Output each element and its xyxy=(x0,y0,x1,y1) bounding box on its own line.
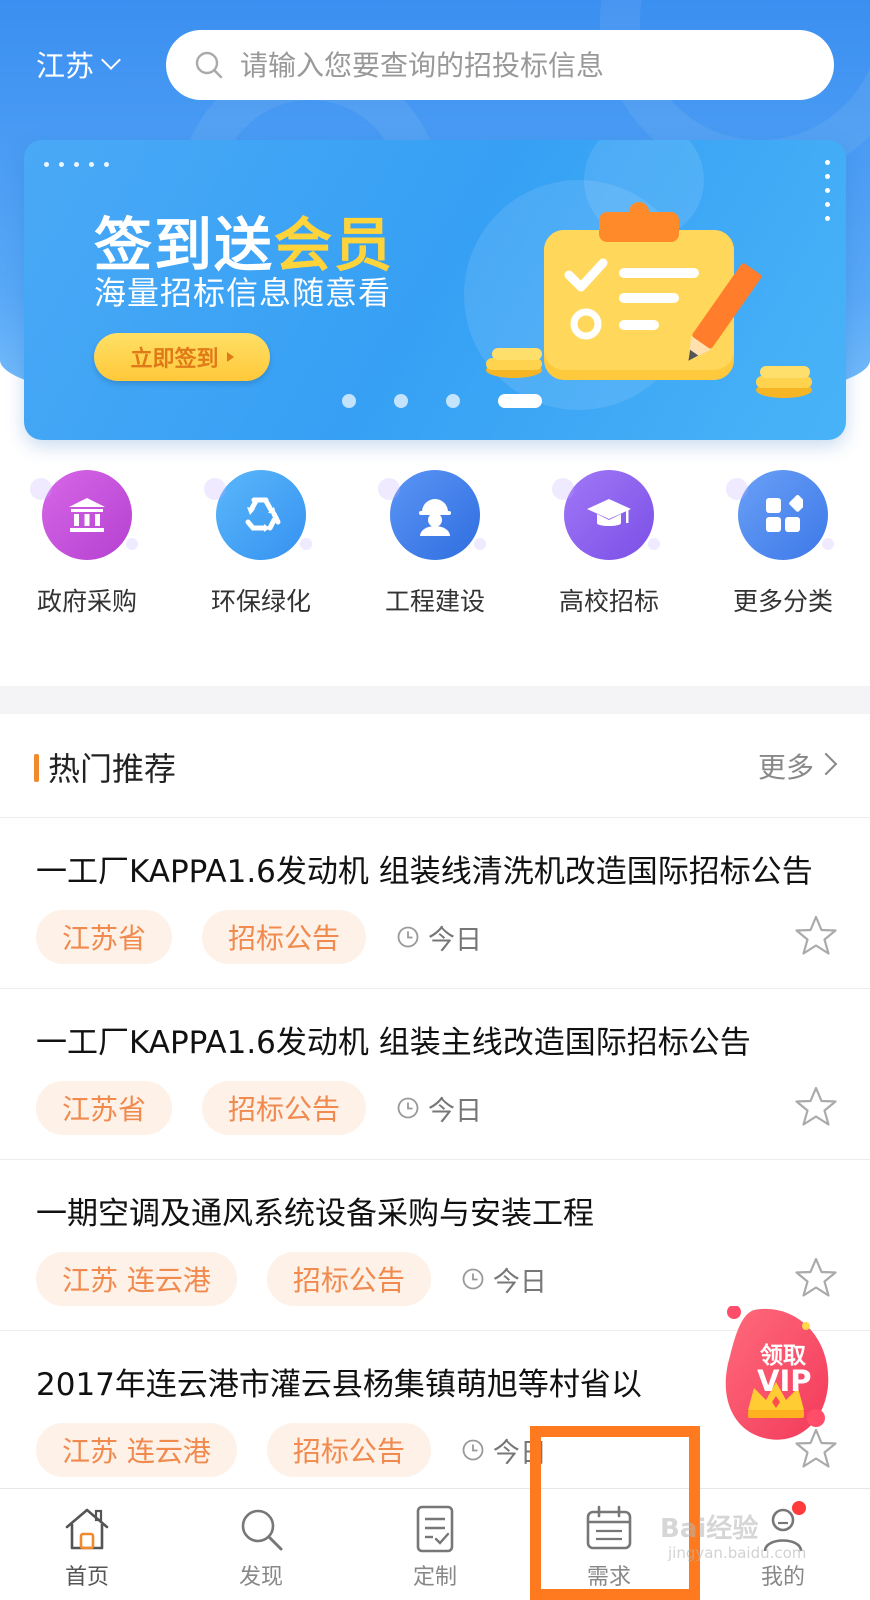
type-tag: 招标公告 xyxy=(266,1252,431,1306)
tab-home[interactable]: 首页 xyxy=(0,1489,174,1600)
category-government-procurement[interactable]: 政府采购 xyxy=(0,470,174,640)
notification-dot xyxy=(792,1501,806,1515)
category-label: 高校招标 xyxy=(558,587,659,616)
category-label: 政府采购 xyxy=(36,587,137,616)
tab-label: 需求 xyxy=(586,1565,631,1590)
category-label: 工程建设 xyxy=(384,587,485,616)
search-bar[interactable] xyxy=(166,30,834,100)
item-date: 今日 xyxy=(461,1431,547,1470)
vip-label-line2: VIP xyxy=(757,1364,812,1398)
banner-subtitle: 海量招标信息随意看 xyxy=(94,274,392,312)
calendar-icon xyxy=(586,1505,632,1550)
banner-pager xyxy=(342,394,542,408)
pager-dot[interactable] xyxy=(342,394,356,408)
type-tag: 招标公告 xyxy=(266,1423,431,1477)
tab-discover[interactable]: 发现 xyxy=(174,1489,348,1600)
decor-dots xyxy=(44,162,109,167)
date-label: 今日 xyxy=(428,924,483,956)
region-tag: 江苏省 xyxy=(36,1081,173,1135)
search-icon xyxy=(241,1509,283,1551)
category-university[interactable]: 高校招标 xyxy=(522,470,696,640)
star-icon[interactable] xyxy=(794,914,838,958)
item-date: 今日 xyxy=(461,1260,547,1299)
tab-label: 定制 xyxy=(412,1565,457,1590)
item-date: 今日 xyxy=(396,918,482,957)
category-environmental[interactable]: 环保绿化 xyxy=(174,470,348,640)
item-title: 一期空调及通风系统设备采购与安装工程 xyxy=(36,1196,594,1232)
construction-worker-icon xyxy=(378,470,486,560)
clock-icon xyxy=(397,1097,419,1119)
pager-dot-active[interactable] xyxy=(498,394,542,408)
type-tag: 招标公告 xyxy=(202,910,367,964)
category-construction[interactable]: 工程建设 xyxy=(348,470,522,640)
hot-section-header: 热门推荐 更多 xyxy=(0,714,870,818)
list-item[interactable]: 一工厂KAPPA1.6发动机 组装主线改造国际招标公告 江苏省 招标公告 今日 xyxy=(0,989,870,1160)
chevron-down-icon xyxy=(101,50,121,70)
watermark-logo: Bai经验 xyxy=(660,1514,759,1544)
home-icon xyxy=(65,1508,109,1550)
checklist-icon xyxy=(416,1505,454,1553)
item-date: 今日 xyxy=(396,1089,482,1128)
clock-icon xyxy=(397,926,419,948)
search-input[interactable] xyxy=(240,48,800,82)
recycle-icon xyxy=(204,470,312,560)
list-item[interactable]: 一工厂KAPPA1.6发动机 组装线清洗机改造国际招标公告 江苏省 招标公告 今… xyxy=(0,818,870,989)
arrow-right-icon xyxy=(226,352,234,362)
search-icon xyxy=(195,51,223,79)
region-tag: 江苏省 xyxy=(36,910,173,964)
pager-dot[interactable] xyxy=(446,394,460,408)
date-label: 今日 xyxy=(492,1266,547,1298)
category-label: 环保绿化 xyxy=(210,587,311,616)
government-building-icon xyxy=(30,470,138,560)
region-tag: 江苏 连云港 xyxy=(36,1423,237,1477)
region-tag: 江苏 连云港 xyxy=(36,1252,237,1306)
pager-dot[interactable] xyxy=(394,394,408,408)
category-more[interactable]: 更多分类 xyxy=(696,470,870,640)
star-icon[interactable] xyxy=(794,1085,838,1129)
tab-label: 我的 xyxy=(760,1565,805,1590)
sign-in-button[interactable]: 立即签到 xyxy=(94,333,270,381)
sign-in-button-label: 立即签到 xyxy=(130,347,219,372)
section-divider xyxy=(0,686,870,714)
star-icon[interactable] xyxy=(794,1256,838,1300)
date-label: 今日 xyxy=(428,1095,483,1127)
chevron-right-icon[interactable] xyxy=(814,752,838,776)
type-tag: 招标公告 xyxy=(202,1081,367,1135)
promo-banner[interactable]: 签到送会员 海量招标信息随意看 立即签到 xyxy=(24,140,846,440)
graduation-cap-icon xyxy=(552,470,660,560)
tab-custom[interactable]: 定制 xyxy=(348,1489,522,1600)
item-title: 2017年连云港市灌云县杨集镇萌旭等村省以 xyxy=(36,1367,642,1403)
tab-label: 首页 xyxy=(64,1565,109,1590)
clipboard-illustration xyxy=(486,202,812,398)
more-link[interactable]: 更多 xyxy=(758,746,814,786)
region-label: 江苏 xyxy=(36,49,95,83)
vip-float-button[interactable]: 领取 VIP xyxy=(724,1305,836,1456)
section-title: 热门推荐 xyxy=(48,750,177,788)
category-grid: 政府采购 环保绿化 工程建设 高校招标 更多分类 xyxy=(0,470,870,640)
item-title: 一工厂KAPPA1.6发动机 组装线清洗机改造国际招标公告 xyxy=(36,854,813,890)
grid-more-icon xyxy=(726,470,834,560)
section-accent-bar xyxy=(34,754,39,782)
region-selector[interactable]: 江苏 xyxy=(36,44,121,84)
clock-icon xyxy=(462,1268,484,1290)
watermark-url: jingyan.baidu.com xyxy=(668,1544,807,1562)
tab-label: 发现 xyxy=(238,1565,283,1590)
item-title: 一工厂KAPPA1.6发动机 组装主线改造国际招标公告 xyxy=(36,1025,751,1061)
clock-icon xyxy=(462,1439,484,1461)
category-label: 更多分类 xyxy=(732,587,833,616)
date-label: 今日 xyxy=(492,1437,547,1469)
